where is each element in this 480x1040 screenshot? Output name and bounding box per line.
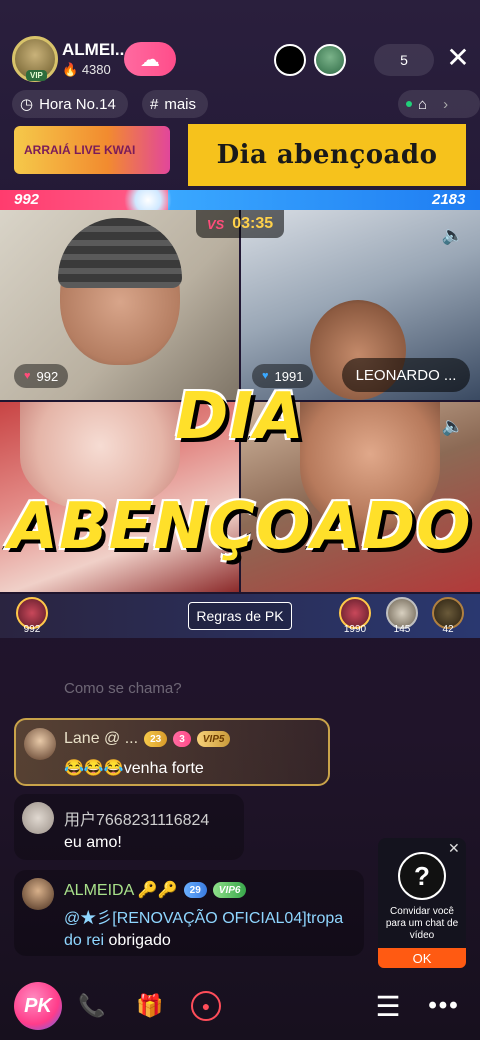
fan-badge: 3 bbox=[173, 731, 191, 747]
level-badge: 23 bbox=[144, 731, 168, 747]
overlay-caption-line1: DIA bbox=[174, 379, 305, 456]
menu-icon[interactable]: ☰ bbox=[364, 986, 412, 1026]
flame-icon: 🔥 bbox=[62, 62, 79, 77]
level-badge: 29 bbox=[183, 882, 207, 898]
chat-username[interactable]: 用户7668231116824 bbox=[64, 806, 209, 830]
viewer-avatar[interactable] bbox=[314, 44, 346, 76]
chat-message[interactable]: Lane @ ... 23 3 VIP5 😂😂😂venha forte bbox=[14, 718, 330, 786]
hour-ranking-chip[interactable]: ◷ Hora No.14 bbox=[12, 90, 128, 118]
video-call-icon[interactable]: 📞 bbox=[72, 986, 112, 1026]
follow-button[interactable]: ☁ bbox=[124, 42, 176, 76]
chat-username[interactable]: Lane @ ... bbox=[64, 730, 138, 748]
timer-value: 03:35 bbox=[232, 215, 274, 232]
vip-badge: VIP bbox=[26, 70, 47, 81]
contributor-score: 145 bbox=[393, 624, 411, 635]
close-button[interactable]: ✕ bbox=[444, 42, 472, 74]
host-name[interactable]: ALMEI... bbox=[62, 40, 129, 60]
event-banner[interactable]: ARRAIÁ LIVE KWAI bbox=[14, 126, 170, 174]
faded-chat-message: Como se chama? bbox=[64, 680, 182, 697]
user-avatar[interactable] bbox=[22, 802, 54, 834]
hashtag-icon: # bbox=[150, 95, 159, 113]
contributor-score: 1990 bbox=[343, 624, 367, 635]
coin-shop-icon[interactable]: ● bbox=[186, 986, 226, 1026]
more-options-icon[interactable]: ••• bbox=[422, 986, 466, 1026]
coin-count: 4380 bbox=[81, 62, 111, 77]
caption-banner: Dia abençoado bbox=[188, 124, 466, 186]
viewer-count[interactable]: 5 bbox=[374, 44, 434, 76]
user-avatar[interactable] bbox=[24, 728, 56, 760]
chat-text: obrigado bbox=[104, 932, 171, 949]
pk-button[interactable]: PK bbox=[14, 982, 62, 1030]
pk-progress-bar bbox=[0, 190, 480, 210]
chevron-right-icon: › bbox=[443, 95, 449, 113]
invite-ok-button[interactable]: OK bbox=[378, 948, 466, 968]
vip-badge: VIP6 bbox=[212, 882, 247, 898]
pk-score-right: 2183 bbox=[432, 191, 466, 208]
chat-text: eu amo! bbox=[64, 834, 122, 851]
contributor-score: 992 bbox=[23, 624, 41, 635]
pk-timer: VS 03:35 bbox=[196, 210, 284, 238]
contributor-score: 42 bbox=[442, 624, 454, 635]
pk-spark-icon bbox=[118, 190, 178, 210]
host-coins: 🔥 4380 bbox=[62, 62, 111, 78]
vs-label: VS bbox=[206, 216, 225, 232]
pk-score-left: 992 bbox=[14, 191, 40, 208]
viewer-avatar[interactable] bbox=[274, 44, 306, 76]
user-avatar[interactable] bbox=[22, 878, 54, 910]
clock-icon: ◷ bbox=[20, 96, 34, 113]
chat-text: 😂😂😂venha forte bbox=[64, 760, 204, 777]
hashtag-chip[interactable]: # mais bbox=[142, 90, 209, 118]
home-chip[interactable]: ⌂ › bbox=[398, 90, 480, 118]
speaker-icon[interactable]: 🔈 bbox=[440, 222, 466, 248]
chat-username[interactable]: ALMEIDA 🔑🔑 bbox=[64, 880, 178, 900]
gift-icon[interactable]: 🎁 bbox=[130, 986, 170, 1026]
question-avatar-icon: ? bbox=[398, 852, 446, 900]
chat-message[interactable]: ALMEIDA 🔑🔑 29 VIP6 @★彡[RENOVAÇÃO OFICIAL… bbox=[14, 870, 364, 956]
pk-rules-button[interactable]: Regras de PK bbox=[188, 602, 292, 630]
event-banner-label: ARRAIÁ LIVE KWAI bbox=[24, 143, 136, 157]
vip-badge: VIP5 bbox=[196, 731, 231, 747]
home-icon: ⌂ bbox=[418, 95, 428, 113]
overlay-caption-line2: ABENÇOADO bbox=[7, 489, 472, 566]
heart-cloud-icon: ☁ bbox=[140, 48, 160, 71]
chat-message[interactable]: 用户7668231116824 eu amo! bbox=[14, 794, 244, 860]
live-dot-icon bbox=[406, 101, 412, 107]
invite-text: Convidar você para um chat de vídeo bbox=[385, 906, 459, 941]
close-icon[interactable]: ✕ bbox=[448, 840, 460, 857]
more-label: mais bbox=[164, 95, 197, 113]
hour-label: Hora No.14 bbox=[39, 95, 116, 113]
